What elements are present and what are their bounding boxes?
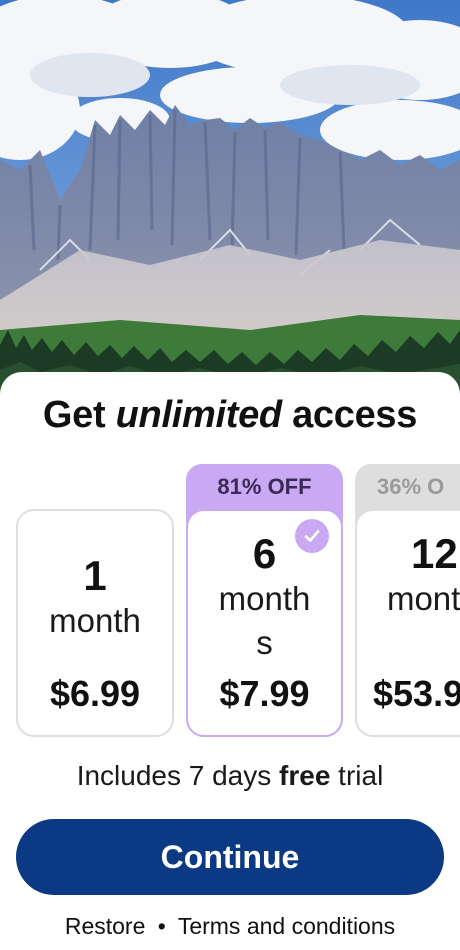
continue-button[interactable]: Continue	[16, 819, 444, 895]
terms-link[interactable]: Terms and conditions	[178, 913, 395, 939]
mountain-landscape-illustration	[0, 0, 460, 400]
plan-duration-number: 6	[252, 530, 277, 577]
title-prefix: Get	[42, 394, 116, 436]
plan-price: $6.99	[49, 673, 141, 714]
trial-suffix: trial	[330, 760, 384, 791]
plan-card[interactable]: 12 mont s $53.9	[355, 509, 460, 737]
hero-image	[0, 0, 460, 400]
plan-duration-number: 1	[83, 552, 107, 599]
plan-duration-number: 12	[411, 530, 458, 577]
title-suffix: access	[281, 394, 418, 436]
trial-prefix: Includes 7 days	[76, 760, 280, 791]
plan-price: $7.99	[219, 673, 310, 714]
trial-note: Includes 7 days free trial	[0, 760, 460, 792]
plan-duration-unit: month	[49, 602, 141, 639]
plan-duration-unit: month s	[218, 580, 311, 661]
footer-links: Restore • Terms and conditions	[0, 913, 460, 940]
plan-duration-unit: mont s	[386, 580, 460, 617]
trial-bold: free	[279, 760, 331, 791]
plan-selector: 1 month $6.99 81% OFF 6 month s $7.99 36…	[0, 464, 460, 746]
restore-link[interactable]: Restore	[65, 913, 146, 939]
footer-separator: •	[157, 913, 166, 939]
plan-card[interactable]: 1 month $6.99	[16, 509, 174, 737]
plan-card-selected[interactable]: 6 month s $7.99	[186, 509, 343, 737]
title-emphasis: unlimited	[115, 394, 282, 436]
plan-price: $53.9	[373, 673, 460, 714]
page-title: Get unlimited access	[0, 394, 460, 437]
paywall-sheet: Get unlimited access 1 month $6.99 81% O…	[0, 372, 460, 950]
